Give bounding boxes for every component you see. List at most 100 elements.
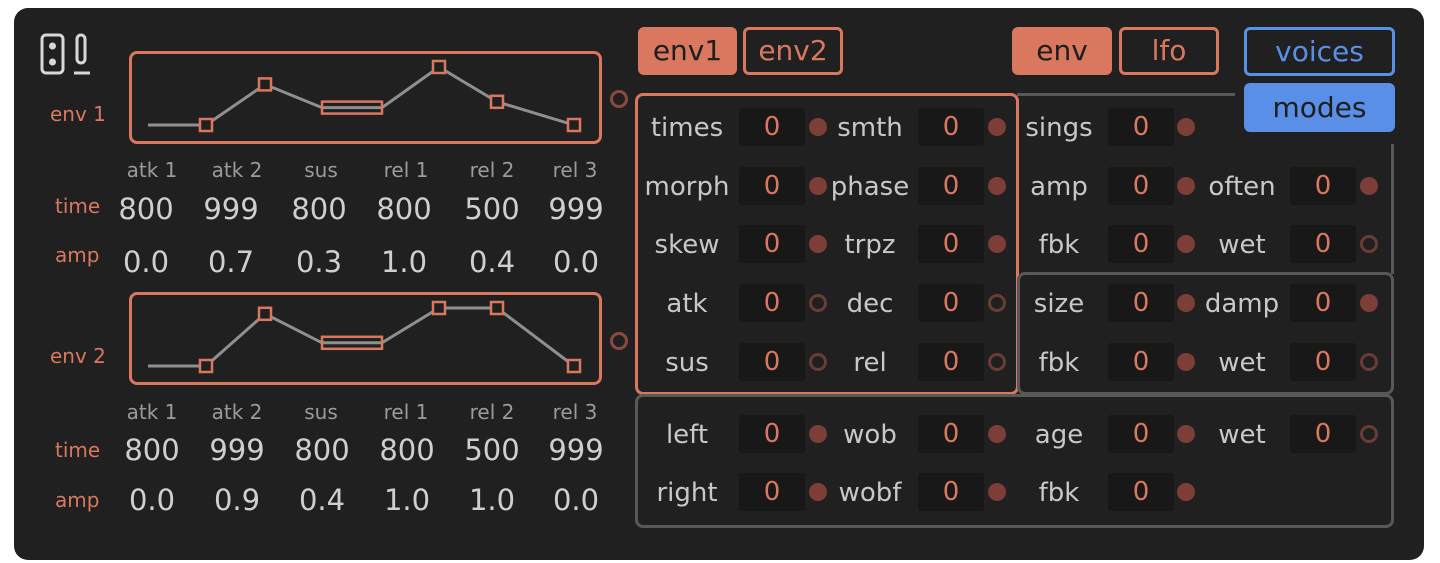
param-toggle-1[interactable] [988,118,1006,136]
tab-voices[interactable]: voices [1244,27,1395,76]
env1-amp-0[interactable]: 0.0 [103,245,189,279]
param-toggle-10[interactable] [1177,118,1195,136]
env2-amp-1[interactable]: 0.9 [194,483,280,517]
env1-time-2[interactable]: 800 [276,192,362,226]
param-toggle-9[interactable] [988,353,1006,371]
env1-time-4[interactable]: 500 [449,192,535,226]
tab-modes[interactable]: modes [1244,83,1395,132]
param-value-24[interactable]: 0 [918,473,984,511]
env1-amp-1[interactable]: 0.7 [188,245,274,279]
param-label-13: fbk [1038,230,1080,260]
env1-ring-icon[interactable] [610,90,628,108]
param-value-2[interactable]: 0 [739,167,805,205]
env1-svg-line [148,65,575,127]
env1-svg-node-2[interactable] [431,59,447,75]
param-label-18: wet [1218,348,1266,378]
param-value-7[interactable]: 0 [918,284,984,322]
env2-svg-node-0[interactable] [198,358,214,374]
param-toggle-14[interactable] [1360,235,1378,253]
param-value-4[interactable]: 0 [739,225,805,263]
tab-lfo[interactable]: lfo [1119,27,1219,75]
param-value-3[interactable]: 0 [918,167,984,205]
param-value-22[interactable]: 0 [1290,415,1356,453]
param-label-25: fbk [1038,478,1080,508]
env1-time-5[interactable]: 999 [533,192,619,226]
tab-env[interactable]: env [1012,27,1112,75]
env1-amp-3[interactable]: 1.0 [361,245,447,279]
param-value-19[interactable]: 0 [739,415,805,453]
env1-graph[interactable] [129,51,602,144]
env1-seg-3: rel 1 [383,158,429,182]
param-toggle-24[interactable] [988,483,1006,501]
param-toggle-5[interactable] [988,235,1006,253]
tab-env1[interactable]: env1 [638,27,737,75]
env1-time-1[interactable]: 999 [188,192,274,226]
env1-svg-node-4[interactable] [566,117,582,133]
param-value-6[interactable]: 0 [739,284,805,322]
env1-time-3[interactable]: 800 [361,192,447,226]
param-value-25[interactable]: 0 [1108,473,1174,511]
env2-label: env 2 [50,344,106,368]
env2-time-2[interactable]: 800 [279,433,365,467]
right-section-border-top [1017,93,1235,96]
param-toggle-18[interactable] [1360,353,1378,371]
param-value-8[interactable]: 0 [739,343,805,381]
env2-svg-node-2[interactable] [431,300,447,316]
param-value-14[interactable]: 0 [1290,225,1356,263]
env2-time-4[interactable]: 500 [449,433,535,467]
right-section-border-right [1391,144,1394,274]
tab-env2[interactable]: env2 [743,27,843,75]
param-value-17[interactable]: 0 [1108,343,1174,381]
env2-time-3[interactable]: 800 [364,433,450,467]
env1-svg-node-1[interactable] [257,77,273,92]
env2-amp-2[interactable]: 0.4 [279,483,365,517]
param-value-18[interactable]: 0 [1290,343,1356,381]
param-toggle-16[interactable] [1360,294,1378,312]
param-toggle-25[interactable] [1177,483,1195,501]
param-value-15[interactable]: 0 [1108,284,1174,322]
env2-amp-0[interactable]: 0.0 [109,483,195,517]
param-value-16[interactable]: 0 [1290,284,1356,322]
param-value-23[interactable]: 0 [739,473,805,511]
param-value-0[interactable]: 0 [739,108,805,146]
param-value-13[interactable]: 0 [1108,225,1174,263]
env2-time-1[interactable]: 999 [194,433,280,467]
param-toggle-12[interactable] [1360,177,1378,195]
env2-svg-node-4[interactable] [566,358,582,374]
env1-amp-5[interactable]: 0.0 [533,245,619,279]
param-value-20[interactable]: 0 [918,415,984,453]
param-toggle-20[interactable] [988,425,1006,443]
env2-curve[interactable] [132,295,599,382]
env1-amp-2[interactable]: 0.3 [276,245,362,279]
env2-svg-node-3[interactable] [489,300,505,316]
device-icon[interactable] [40,33,92,77]
env2-time-5[interactable]: 999 [533,433,619,467]
param-value-11[interactable]: 0 [1108,167,1174,205]
env2-ring-icon[interactable] [610,332,628,350]
env2-amp-3[interactable]: 1.0 [364,483,450,517]
param-label-11: amp [1030,172,1088,202]
env2-amp-5[interactable]: 0.0 [533,483,619,517]
env1-curve[interactable] [132,54,599,141]
param-value-12[interactable]: 0 [1290,167,1356,205]
param-value-21[interactable]: 0 [1108,415,1174,453]
param-label-20: wob [843,420,897,450]
param-label-17: fbk [1038,348,1080,378]
param-toggle-7[interactable] [988,294,1006,312]
env2-svg-node-1[interactable] [257,306,273,322]
param-value-10[interactable]: 0 [1108,108,1174,146]
param-value-9[interactable]: 0 [918,343,984,381]
env1-time-0[interactable]: 800 [103,192,189,226]
env2-amp-4[interactable]: 1.0 [449,483,535,517]
param-value-1[interactable]: 0 [918,108,984,146]
param-toggle-22[interactable] [1360,425,1378,443]
env1-svg-node-0[interactable] [198,117,214,133]
env2-time-0[interactable]: 800 [109,433,195,467]
param-toggle-3[interactable] [988,177,1006,195]
env2-amp-label: amp [55,488,100,512]
param-label-8: sus [665,348,709,378]
env1-svg-node-3[interactable] [489,94,505,110]
env1-amp-4[interactable]: 0.4 [449,245,535,279]
param-value-5[interactable]: 0 [918,225,984,263]
env2-graph[interactable] [129,292,602,385]
